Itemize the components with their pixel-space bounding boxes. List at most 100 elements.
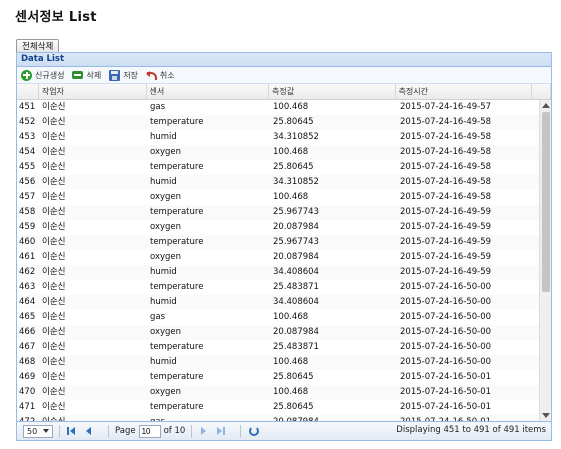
sensor-cell: humid (150, 267, 177, 277)
table-row[interactable]: 453 이순신 humid 34.310852 2015-07-24-16-49-58 (17, 130, 551, 145)
table-row[interactable]: 451 이순신 gas 100.468 2015-07-24-16-49-57 (17, 100, 551, 115)
writer-cell: 이순신 (42, 147, 66, 157)
sensor-cell: oxygen (150, 192, 182, 202)
table-row[interactable]: 461 이순신 oxygen 20.087984 2015-07-24-16-49-59 (17, 250, 551, 265)
sensor-cell: temperature (150, 402, 204, 412)
table-row[interactable]: 457 이순신 oxygen 100.468 2015-07-24-16-49-58 (17, 190, 551, 205)
value-cell: 25.80645 (273, 162, 314, 172)
table-row[interactable]: 469 이순신 temperature 25.80645 2015-07-24-16-5… (17, 370, 551, 385)
delete-button[interactable]: 삭제 (72, 70, 101, 81)
value-cell: 25.483871 (273, 282, 319, 292)
page-number-input[interactable] (138, 424, 161, 438)
value-cell: 25.967743 (273, 237, 319, 247)
table-row[interactable]: 452 이순신 temperature 25.80645 2015-07-24-16-4… (17, 115, 551, 130)
row-number-cell: 453 (19, 132, 36, 142)
writer-cell: 이순신 (42, 102, 66, 112)
value-cell: 100.468 (273, 357, 309, 367)
add-button[interactable]: 신규생성 (21, 69, 65, 81)
save-icon (109, 69, 121, 81)
writer-cell: 이순신 (42, 342, 66, 352)
sensor-cell: oxygen (150, 222, 182, 232)
row-number-cell: 470 (19, 387, 36, 397)
sensor-cell: oxygen (150, 252, 182, 262)
table-row[interactable]: 470 이순신 oxygen 100.468 2015-07-24-16-50-01 (17, 385, 551, 400)
refresh-icon[interactable] (249, 426, 260, 436)
next-page-icon[interactable] (198, 426, 208, 436)
row-number-cell: 468 (19, 357, 36, 367)
value-cell: 25.483871 (273, 342, 319, 352)
table-row[interactable]: 463 이순신 temperature 25.483871 2015-07-24-16-… (17, 280, 551, 295)
pager-separator (59, 424, 60, 438)
table-row[interactable]: 467 이순신 temperature 25.483871 2015-07-24-16-… (17, 340, 551, 355)
table-row[interactable]: 468 이순신 humid 100.468 2015-07-24-16-50-00 (17, 355, 551, 370)
scroll-down-icon[interactable] (542, 413, 550, 418)
sensor-cell: humid (150, 357, 177, 367)
grid-body: 451 이순신 gas 100.468 2015-07-24-16-49-57 452 이순… (17, 100, 551, 421)
sensor-cell: temperature (150, 342, 204, 352)
time-cell: 2015-07-24-16-50-00 (400, 282, 492, 292)
writer-cell: 이순신 (42, 162, 66, 172)
table-row[interactable]: 458 이순신 temperature 25.967743 2015-07-24-16-… (17, 205, 551, 220)
table-row[interactable]: 460 이순신 temperature 25.967743 2015-07-24-16-… (17, 235, 551, 250)
time-cell: 2015-07-24-16-49-58 (400, 192, 492, 202)
delete-label: 삭제 (86, 70, 102, 80)
value-cell: 34.408604 (273, 297, 319, 307)
time-cell: 2015-07-24-16-50-00 (400, 342, 492, 352)
table-row[interactable]: 466 이순신 oxygen 20.087984 2015-07-24-16-50-00 (17, 325, 551, 340)
sensor-cell: oxygen (150, 147, 182, 157)
value-cell: 20.087984 (273, 252, 319, 262)
table-row[interactable]: 465 이순신 gas 100.468 2015-07-24-16-50-00 (17, 310, 551, 325)
page-size-select[interactable]: 50 (23, 424, 53, 438)
writer-cell: 이순신 (42, 132, 66, 142)
writer-cell: 이순신 (42, 207, 66, 217)
page-size-value: 50 (27, 426, 38, 436)
row-number-cell: 464 (19, 297, 36, 307)
save-button[interactable]: 저장 (109, 69, 138, 81)
row-number-cell: 463 (19, 282, 36, 292)
table-row[interactable]: 455 이순신 temperature 25.80645 2015-07-24-16-4… (17, 160, 551, 175)
first-page-icon[interactable] (66, 426, 76, 436)
row-number-cell: 456 (19, 177, 36, 187)
column-header-writer[interactable]: 작업자 (39, 84, 147, 99)
table-row[interactable]: 464 이순신 humid 34.408604 2015-07-24-16-50-00 (17, 295, 551, 310)
table-row[interactable]: 462 이순신 humid 34.408604 2015-07-24-16-49-59 (17, 265, 551, 280)
row-number-cell: 471 (19, 402, 36, 412)
scroll-thumb[interactable] (542, 112, 550, 292)
column-header-time[interactable]: 측정시간 (396, 84, 533, 99)
column-header-sensor[interactable]: 센서 (147, 84, 270, 99)
sensor-cell: temperature (150, 372, 204, 382)
last-page-icon[interactable] (216, 426, 226, 436)
row-number-cell: 455 (19, 162, 36, 172)
value-cell: 100.468 (273, 387, 309, 397)
sensor-cell: temperature (150, 237, 204, 247)
prev-page-icon[interactable] (84, 426, 94, 436)
grid-header: 작업자 센서 측정값 측정시간 (17, 84, 551, 100)
table-row[interactable]: 471 이순신 temperature 25.80645 2015-07-24-16-5… (17, 400, 551, 415)
time-cell: 2015-07-24-16-49-58 (400, 132, 492, 142)
row-number-cell: 469 (19, 372, 36, 382)
grid-rows: 451 이순신 gas 100.468 2015-07-24-16-49-57 452 이순… (17, 100, 551, 421)
row-number-cell: 467 (19, 342, 36, 352)
writer-cell: 이순신 (42, 312, 66, 322)
panel-title: Data List (17, 53, 551, 67)
add-label: 신규생성 (35, 70, 65, 80)
time-cell: 2015-07-24-16-50-01 (400, 372, 492, 382)
table-row[interactable]: 459 이순신 oxygen 20.087984 2015-07-24-16-49-59 (17, 220, 551, 235)
scroll-up-icon[interactable] (542, 103, 550, 108)
cancel-label: 취소 (159, 70, 175, 80)
row-number-cell: 465 (19, 312, 36, 322)
time-cell: 2015-07-24-16-49-59 (400, 222, 492, 232)
table-row[interactable]: 456 이순신 humid 34.310852 2015-07-24-16-49-58 (17, 175, 551, 190)
vertical-scrollbar[interactable] (539, 100, 551, 421)
column-header-rownum (17, 84, 39, 99)
cancel-button[interactable]: 취소 (145, 70, 175, 81)
sensor-cell: temperature (150, 207, 204, 217)
column-header-value[interactable]: 측정값 (269, 84, 396, 99)
table-row[interactable]: 454 이순신 oxygen 100.468 2015-07-24-16-49-58 (17, 145, 551, 160)
row-number-cell: 459 (19, 222, 36, 232)
sensor-cell: temperature (150, 162, 204, 172)
sensor-cell: humid (150, 297, 177, 307)
writer-cell: 이순신 (42, 222, 66, 232)
sensor-cell: gas (150, 102, 166, 112)
writer-cell: 이순신 (42, 297, 66, 307)
